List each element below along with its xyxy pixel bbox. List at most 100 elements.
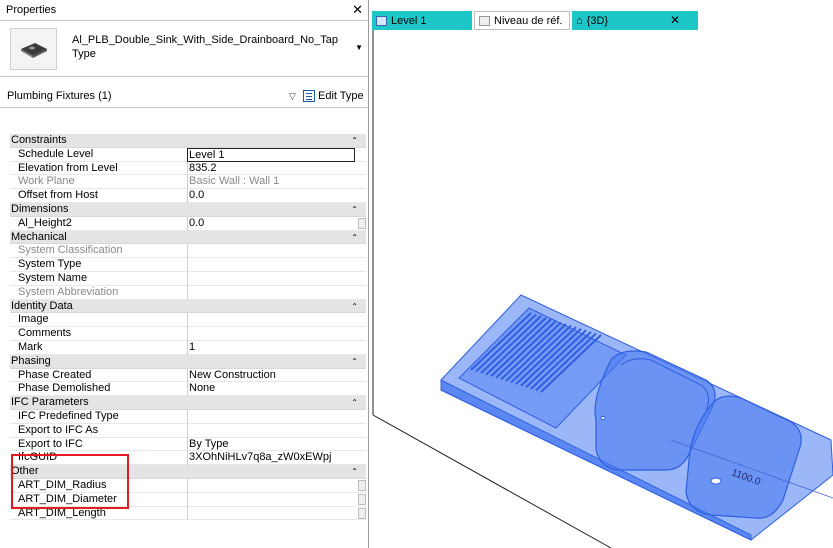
property-row: System Classification (10, 244, 366, 259)
property-label: Al_Height2 (18, 216, 72, 229)
property-value[interactable] (187, 271, 355, 286)
property-value[interactable]: None (187, 382, 355, 397)
tab-niveau-de-ref[interactable]: Niveau de réf. (474, 11, 570, 30)
property-row: IFC Predefined Type (10, 409, 366, 424)
property-label: Phase Created (18, 368, 92, 381)
floor-plan-icon (376, 15, 387, 26)
tab-3d[interactable]: ⌂ {3D} ✕ (572, 11, 698, 30)
property-value[interactable] (187, 492, 355, 507)
tab-label: {3D} (586, 14, 609, 27)
property-value[interactable] (187, 409, 355, 424)
collapse-icon[interactable]: ⌃ (351, 203, 358, 217)
property-label: IFC Predefined Type (18, 409, 119, 422)
sink-model[interactable] (440, 294, 833, 541)
tab-label: Level 1 (391, 14, 427, 27)
type-selector[interactable]: Al_PLB_Double_Sink_With_Side_Drainboard_… (0, 21, 368, 77)
collapse-icon[interactable]: ⌃ (351, 355, 358, 369)
property-row: System Type (10, 258, 366, 272)
property-row: System Name (10, 271, 366, 286)
collapse-icon[interactable]: ⌃ (351, 465, 358, 479)
browse-button[interactable] (358, 217, 366, 229)
close-icon[interactable]: ✕ (670, 13, 680, 27)
property-value[interactable]: Level 1 (187, 147, 355, 162)
property-value[interactable]: 0.0 (187, 189, 355, 203)
property-row: Image (10, 313, 366, 328)
property-label: Comments (18, 327, 72, 340)
property-row: System Abbreviation (10, 285, 366, 300)
property-row: Phase Created New Construction (10, 368, 366, 383)
browse-button[interactable] (358, 493, 366, 505)
property-row: Schedule Level Level 1 (10, 147, 366, 162)
property-label: Image (18, 313, 49, 326)
edit-type-button[interactable]: Edit Type (303, 87, 364, 105)
filter-label: Plumbing Fixtures (1) (7, 90, 112, 102)
3d-scene: 1100.0 (372, 30, 833, 548)
property-value[interactable]: 0.0 (187, 216, 355, 231)
property-row: Export to IFC By Type (10, 437, 366, 452)
3d-viewport[interactable]: 1100.0 (371, 30, 833, 548)
type-name: Al_PLB_Double_Sink_With_Side_Drainboard_… (72, 33, 338, 61)
property-value[interactable]: 1 (187, 340, 355, 355)
highlight-box (11, 454, 129, 509)
property-row: Comments (10, 327, 366, 341)
properties-title: Properties (6, 4, 57, 16)
property-row: Mark 1 (10, 340, 366, 355)
property-label: Work Plane (18, 175, 75, 188)
property-row: Al_Height2 0.0 (10, 216, 366, 231)
collapse-icon[interactable]: ⌃ (351, 134, 358, 148)
group-name: Constraints (11, 134, 67, 146)
property-value[interactable] (187, 258, 355, 272)
edit-type-label: Edit Type (318, 90, 364, 102)
drain-hole (600, 416, 606, 420)
property-value[interactable] (187, 506, 355, 521)
chevron-down-icon[interactable]: ▽ (289, 91, 296, 102)
properties-title-bar: Properties ✕ (0, 0, 368, 21)
group-header[interactable]: Identity Data ⌃ (10, 299, 366, 314)
property-value[interactable]: 3XOhNiHLv7q8a_zW0xEWpj (187, 451, 355, 466)
property-value[interactable]: By Type (187, 437, 355, 452)
collapse-icon[interactable]: ⌃ (351, 300, 358, 314)
group-header[interactable]: IFC Parameters ⌃ (10, 396, 366, 410)
group-header[interactable]: Phasing ⌃ (10, 354, 366, 369)
property-row: Work Plane Basic Wall : Wall 1 (10, 175, 366, 190)
group-header[interactable]: Constraints ⌃ (10, 134, 366, 148)
collapse-icon[interactable]: ⌃ (351, 231, 358, 245)
property-value[interactable]: New Construction (187, 368, 355, 383)
group-header[interactable]: Dimensions ⌃ (10, 202, 366, 217)
property-label: Schedule Level (18, 147, 94, 160)
group-name: Phasing (11, 354, 51, 367)
instance-filter[interactable]: Plumbing Fixtures (1) ▽ Edit Type (0, 85, 368, 108)
group-name: Identity Data (11, 299, 73, 312)
property-value[interactable] (187, 478, 355, 493)
edit-type-icon (303, 90, 315, 102)
type-sub-text: Type (72, 48, 96, 60)
property-label: Mark (18, 340, 43, 353)
tab-level-1[interactable]: Level 1 (372, 11, 472, 30)
sink-thumbnail-icon (10, 28, 57, 70)
elevation-icon (479, 15, 490, 26)
browse-button[interactable] (358, 507, 366, 519)
property-row: Export to IFC As (10, 423, 366, 438)
type-name-text: Al_PLB_Double_Sink_With_Side_Drainboard_… (72, 34, 339, 46)
drain-hole (710, 477, 722, 485)
property-value[interactable] (187, 313, 355, 328)
browse-button[interactable] (358, 479, 366, 491)
collapse-icon[interactable]: ⌃ (351, 396, 358, 410)
3d-view-icon: ⌂ (576, 14, 583, 27)
property-row: Offset from Host 0.0 (10, 189, 366, 203)
group-name: Dimensions (11, 202, 69, 215)
property-label: System Abbreviation (18, 285, 119, 298)
chevron-down-icon[interactable]: ▼ (355, 43, 363, 52)
property-label: Offset from Host (18, 189, 98, 202)
property-value[interactable] (187, 423, 355, 438)
property-value[interactable] (187, 327, 355, 341)
group-header[interactable]: Mechanical ⌃ (10, 230, 366, 245)
close-icon[interactable]: ✕ (352, 2, 363, 18)
property-label: System Classification (18, 244, 123, 257)
property-label: Phase Demolished (18, 382, 111, 395)
property-row: Phase Demolished None (10, 382, 366, 397)
property-row: Elevation from Level 835.2 (10, 161, 366, 176)
property-value: Basic Wall : Wall 1 (187, 175, 355, 190)
view-tabs: Level 1 Niveau de réf. ⌂ {3D} ✕ (370, 11, 833, 30)
property-value[interactable]: 835.2 (187, 161, 355, 176)
